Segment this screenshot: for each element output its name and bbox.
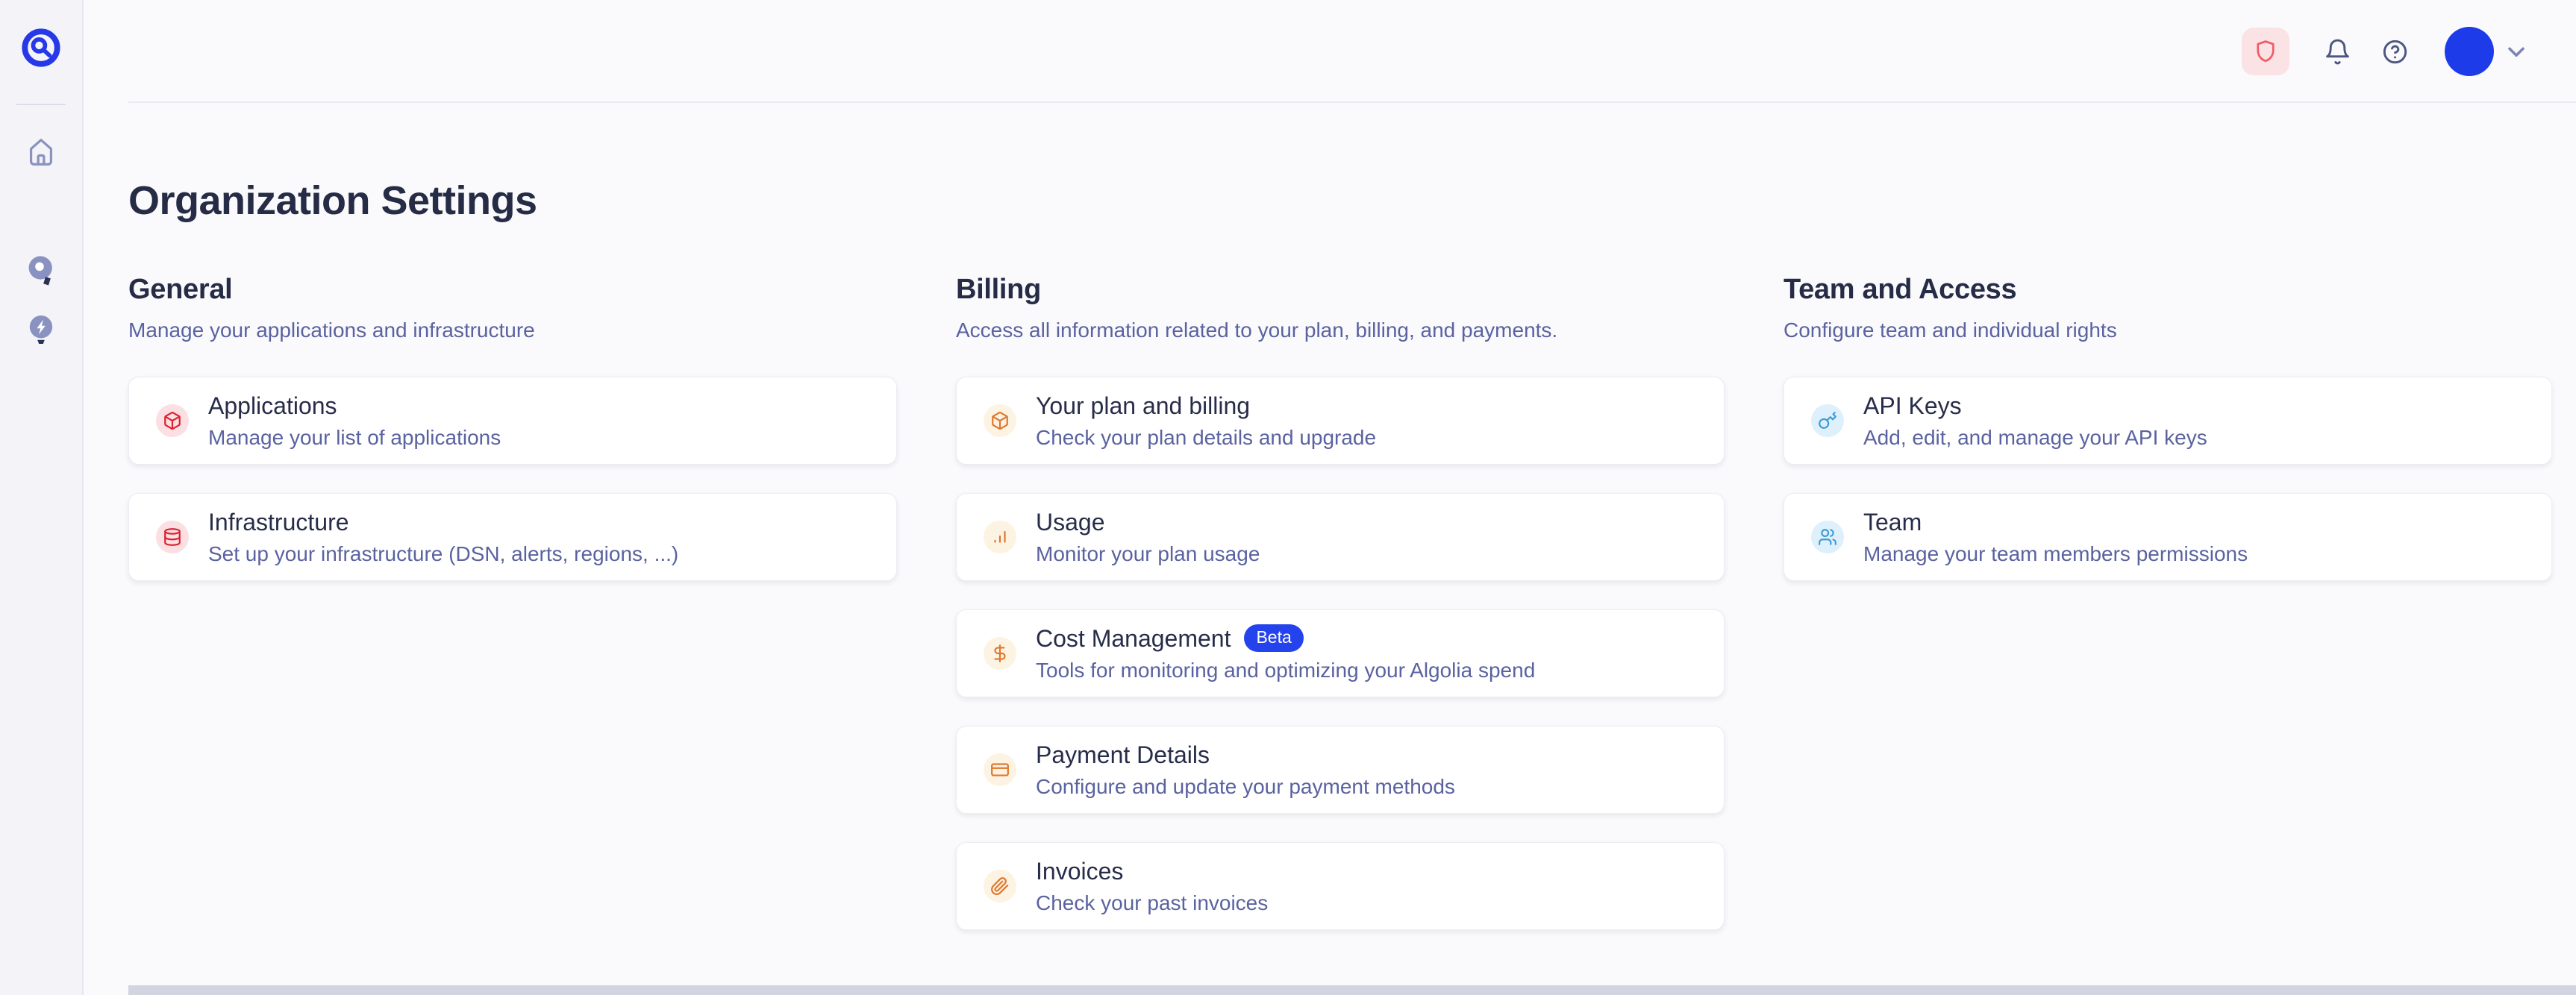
card-subtitle: Check your plan details and upgrade bbox=[1036, 426, 1376, 450]
card-subtitle: Add, edit, and manage your API keys bbox=[1863, 426, 2207, 450]
card-icon-circle bbox=[156, 521, 189, 553]
card-subtitle: Manage your team members permissions bbox=[1863, 542, 2248, 566]
card-subtitle: Set up your infrastructure (DSN, alerts,… bbox=[208, 542, 678, 566]
algolia-logo-icon[interactable] bbox=[18, 25, 64, 71]
chevron-down-icon[interactable] bbox=[2503, 38, 2530, 65]
key-icon bbox=[1818, 411, 1837, 430]
section-general: General Manage your applications and inf… bbox=[128, 273, 897, 581]
lightbulb-icon[interactable] bbox=[23, 313, 59, 348]
section-subtitle: Access all information related to your p… bbox=[956, 318, 1725, 342]
card-infrastructure[interactable]: Infrastructure Set up your infrastructur… bbox=[128, 493, 897, 581]
section-title: General bbox=[128, 273, 897, 306]
card-subtitle: Tools for monitoring and optimizing your… bbox=[1036, 659, 1535, 682]
card-icon-circle bbox=[984, 637, 1016, 670]
card-title: Payment Details bbox=[1036, 741, 1210, 768]
section-subtitle: Configure team and individual rights bbox=[1783, 318, 2552, 342]
section-team-and-access: Team and Access Configure team and indiv… bbox=[1783, 273, 2552, 581]
section-cards: Your plan and billing Check your plan de… bbox=[956, 377, 1725, 930]
card-icon-circle bbox=[1811, 404, 1844, 437]
dollar-icon bbox=[990, 644, 1010, 663]
card-your-plan-and-billing[interactable]: Your plan and billing Check your plan de… bbox=[956, 377, 1725, 465]
section-cards: Applications Manage your list of applica… bbox=[128, 377, 897, 581]
card-title: Your plan and billing bbox=[1036, 392, 1250, 419]
help-button[interactable] bbox=[2381, 38, 2409, 66]
card-icon-circle bbox=[1811, 521, 1844, 553]
card-title: Team bbox=[1863, 509, 1922, 536]
card-usage[interactable]: Usage Monitor your plan usage bbox=[956, 493, 1725, 581]
page-title: Organization Settings bbox=[128, 178, 2576, 224]
users-icon bbox=[1818, 527, 1837, 547]
home-icon[interactable] bbox=[24, 134, 58, 169]
shield-icon bbox=[2253, 39, 2278, 64]
card-title: Usage bbox=[1036, 509, 1105, 536]
card-icon-circle bbox=[984, 870, 1016, 903]
card-title: Cost Management bbox=[1036, 625, 1231, 652]
search-icon[interactable] bbox=[23, 253, 59, 289]
card-title: Invoices bbox=[1036, 858, 1123, 885]
card-title: Applications bbox=[208, 392, 337, 419]
database-icon bbox=[163, 527, 182, 547]
security-alert-button[interactable] bbox=[2242, 28, 2289, 75]
card-subtitle: Monitor your plan usage bbox=[1036, 542, 1260, 566]
section-cards: API Keys Add, edit, and manage your API … bbox=[1783, 377, 2552, 581]
sidebar bbox=[0, 0, 84, 995]
card-payment-details[interactable]: Payment Details Configure and update you… bbox=[956, 726, 1725, 814]
topbar-actions bbox=[2242, 0, 2530, 103]
card-invoices[interactable]: Invoices Check your past invoices bbox=[956, 842, 1725, 930]
avatar[interactable] bbox=[2445, 27, 2494, 76]
horizontal-scrollbar[interactable] bbox=[128, 985, 2576, 995]
card-icon-circle bbox=[156, 404, 189, 437]
bell-icon bbox=[2324, 38, 2351, 66]
sidebar-divider bbox=[16, 104, 66, 105]
notifications-button[interactable] bbox=[2324, 38, 2351, 66]
card-applications[interactable]: Applications Manage your list of applica… bbox=[128, 377, 897, 465]
section-title: Billing bbox=[956, 273, 1725, 306]
card-team[interactable]: Team Manage your team members permission… bbox=[1783, 493, 2552, 581]
card-icon-circle bbox=[984, 404, 1016, 437]
card-title: API Keys bbox=[1863, 392, 1962, 419]
section-billing: Billing Access all information related t… bbox=[956, 273, 1725, 930]
paperclip-icon bbox=[990, 876, 1010, 896]
beta-badge: Beta bbox=[1244, 624, 1303, 652]
card-api-keys[interactable]: API Keys Add, edit, and manage your API … bbox=[1783, 377, 2552, 465]
cube-icon bbox=[990, 411, 1010, 430]
main-content: Organization Settings General Manage you… bbox=[82, 0, 2576, 995]
card-icon-circle bbox=[984, 521, 1016, 553]
bar-chart-icon bbox=[990, 527, 1010, 547]
help-icon bbox=[2381, 38, 2409, 66]
settings-grid: General Manage your applications and inf… bbox=[128, 273, 2576, 930]
card-icon-circle bbox=[984, 753, 1016, 786]
card-subtitle: Manage your list of applications bbox=[208, 426, 501, 450]
section-title: Team and Access bbox=[1783, 273, 2552, 306]
card-cost-management[interactable]: Cost Management Beta Tools for monitorin… bbox=[956, 609, 1725, 697]
section-subtitle: Manage your applications and infrastruct… bbox=[128, 318, 897, 342]
card-title: Infrastructure bbox=[208, 509, 349, 536]
cube-icon bbox=[163, 411, 182, 430]
card-subtitle: Check your past invoices bbox=[1036, 891, 1268, 915]
credit-card-icon bbox=[990, 760, 1010, 779]
card-subtitle: Configure and update your payment method… bbox=[1036, 775, 1455, 799]
